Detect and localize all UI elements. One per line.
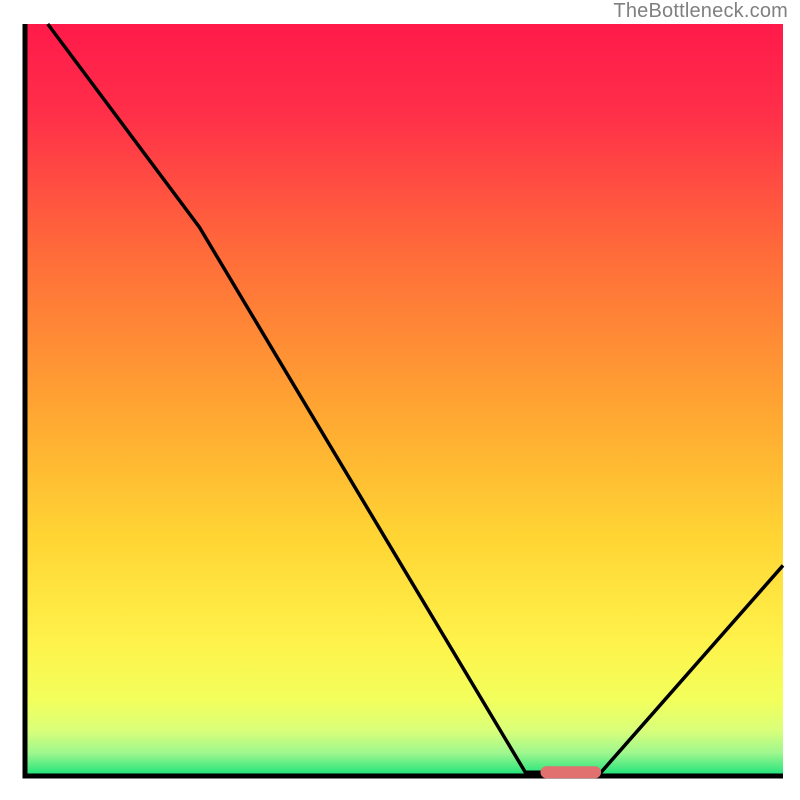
plot-background [25,24,783,776]
watermark-text: TheBottleneck.com [613,0,788,23]
bottleneck-chart: TheBottleneck.com [0,0,800,800]
chart-svg [0,0,800,800]
optimal-range-marker [540,766,601,778]
